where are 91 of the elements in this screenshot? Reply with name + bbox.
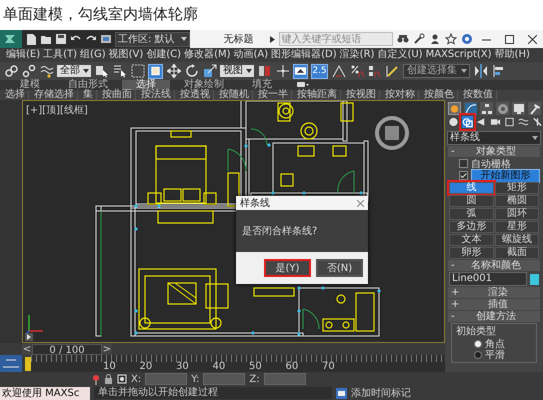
previous-frame-button[interactable]: < [22, 344, 32, 354]
ribbon-tab[interactable]: 选择 [122, 80, 170, 90]
group-title: 初始类型 [456, 324, 497, 338]
checkbox-label: 自动栅格 [471, 158, 511, 170]
ribbon-item[interactable]: 集 [80, 90, 97, 100]
shape-button[interactable]: 截面 [494, 247, 539, 259]
category-dropdown[interactable]: 样条线 [447, 131, 541, 145]
dialog-button[interactable]: 否(N) [316, 259, 363, 277]
ribbon-item[interactable]: 按视图 [343, 90, 380, 100]
search-field[interactable]: 键入关键字或短语 [278, 32, 393, 46]
shape-button[interactable]: 弧 [449, 208, 494, 220]
add-time-tag-button[interactable]: 添加时间标记 [351, 386, 411, 400]
tick-label: 30 [176, 361, 189, 372]
ribbon-item[interactable]: 按曲面 [99, 90, 136, 100]
shape-button[interactable]: 文本 [449, 234, 494, 246]
menu-item[interactable]: 渲染(R) [340, 48, 374, 62]
menu-item[interactable]: 编辑(E) [6, 48, 40, 62]
shape-button[interactable]: 圆 [449, 195, 494, 207]
tick-label: 20 [140, 361, 152, 372]
tick-label: 60 [286, 361, 298, 372]
tick-label: 50 [249, 361, 262, 372]
shape-button[interactable]: 矩形 [494, 182, 539, 194]
coord-label: Y: [191, 374, 200, 384]
shape-button[interactable]: 圆环 [494, 208, 539, 220]
rollout-title: 创建方法 [474, 311, 517, 322]
ribbon-tab[interactable]: 对象绘制 [170, 80, 238, 90]
rollout-toggle[interactable]: - [451, 311, 455, 322]
rollout-title: 渲染 [487, 287, 510, 298]
workspace-dropdown[interactable]: 工作区: 默认 [115, 32, 190, 46]
shape-button[interactable]: 卵形 [449, 247, 494, 259]
menu-item[interactable]: 帮助(H) [494, 48, 530, 62]
rollout-header[interactable]: - 名称和颜色 [448, 260, 540, 271]
dropdown[interactable]: 全部 [57, 65, 91, 77]
rollout-title: 对象类型 [474, 146, 517, 157]
ribbon-item[interactable]: 按随机 [216, 90, 253, 100]
ribbon-item[interactable]: 按对称 [382, 90, 419, 100]
menu-item[interactable]: 图形编辑器(D) [271, 48, 337, 62]
coord-label: X: [131, 374, 142, 384]
rollout-header[interactable]: - 创建方法 [448, 311, 540, 322]
menu-item[interactable]: 组(G) [80, 48, 106, 62]
dialog-title: 样条线 [240, 196, 270, 210]
status-prompt: 单击并拖动以开始创建过程 [94, 387, 332, 399]
rollout-header[interactable]: + 插值 [448, 299, 540, 310]
rollout-header[interactable]: - 对象类型 [448, 146, 540, 157]
tick-label: 40 [212, 361, 226, 372]
viewport-label[interactable]: [+][顶][线框] [26, 103, 88, 117]
name-field[interactable]: Line001 [449, 272, 527, 286]
menu-item[interactable]: 创建(C) [146, 48, 182, 62]
menu-item[interactable]: 动画(A) [234, 48, 268, 62]
ribbon-item[interactable]: 按法线 [138, 90, 175, 100]
rollout-header[interactable]: + 渲染 [448, 287, 540, 298]
rollout-toggle[interactable]: + [451, 299, 460, 310]
menu-item[interactable]: 自定义(U) [377, 48, 423, 62]
rollout-toggle[interactable]: - [451, 260, 455, 271]
menu-item[interactable]: MAXScript(X) [426, 48, 492, 62]
rollout-title: 插值 [487, 299, 510, 310]
start-new-shape-button[interactable]: 开始新图形 [471, 168, 540, 182]
tick-label: 70 [322, 361, 335, 372]
dropdown[interactable]: 视图 [220, 65, 254, 77]
menu-item[interactable]: 工具(T) [43, 48, 78, 62]
ribbon-item[interactable]: 按透视 [177, 90, 214, 100]
page-heading: 单面建模，勾线室内墙体轮廓 [3, 5, 198, 24]
shape-button[interactable]: 多边形 [449, 221, 494, 233]
ribbon-tab[interactable]: 建模 [6, 80, 54, 90]
snap-toggle[interactable]: 2.5 [311, 64, 328, 78]
time-slider-thumb[interactable]: < 0 / 100 > [22, 344, 112, 354]
dialog-button[interactable]: 是(Y) [264, 259, 311, 277]
menu-item[interactable]: 视图(V) [108, 48, 144, 62]
rollout-toggle[interactable]: + [451, 287, 460, 298]
next-frame-button[interactable]: > [102, 344, 112, 354]
rollout-title: 名称和颜色 [470, 260, 522, 271]
coord-label: Z: [249, 374, 260, 384]
menu-item[interactable]: 修改器(M) [184, 48, 230, 62]
shape-button[interactable]: 星形 [494, 221, 539, 233]
radio-label: 平滑 [485, 348, 505, 362]
dialog-message: 是否闭合样条线? [242, 224, 318, 238]
listener-field[interactable]: 欢迎使用 MAXSc [0, 386, 90, 400]
ribbon-item[interactable]: 存储选择 [31, 90, 78, 100]
frame-counter: 0 / 100 [32, 344, 102, 354]
ribbon-tab[interactable]: 填充 [238, 80, 286, 90]
rollout-toggle[interactable]: - [451, 146, 455, 157]
ribbon-tab[interactable]: 自由形式 [54, 80, 122, 90]
shape-button[interactable]: 线 [449, 182, 494, 194]
ribbon-item[interactable]: 按一半 [255, 90, 292, 100]
radio-label: 角点 [485, 338, 505, 350]
ribbon-item[interactable]: 按轴距离 [294, 90, 341, 100]
window-title: 无标题 [224, 32, 254, 46]
dropdown[interactable]: 创建选择集 [403, 64, 470, 78]
shape-button[interactable]: 螺旋线 [494, 234, 539, 246]
shape-button[interactable]: 椭圆 [494, 195, 539, 207]
tick-label: 10 [103, 361, 116, 372]
